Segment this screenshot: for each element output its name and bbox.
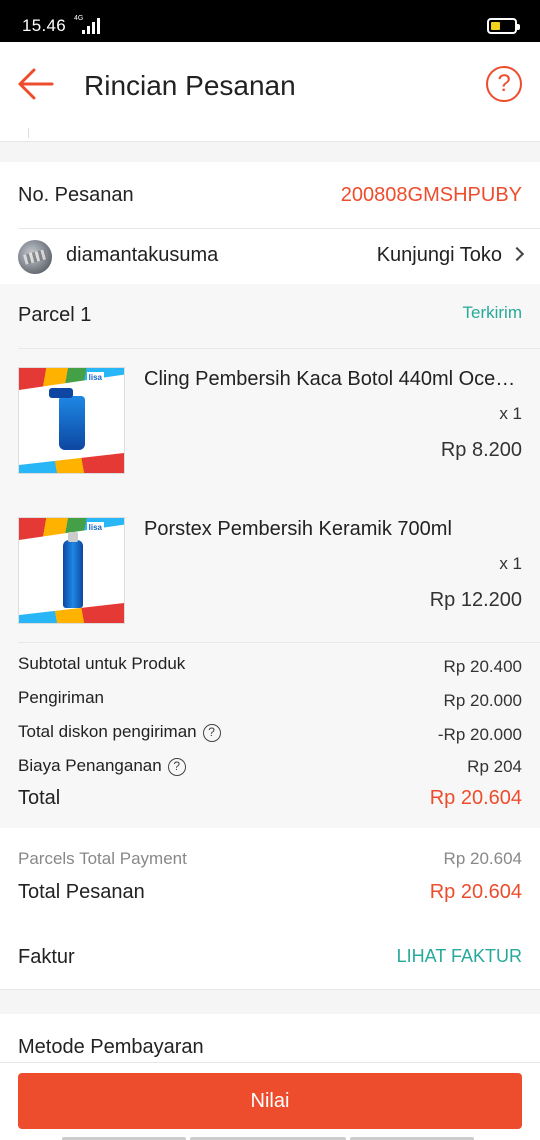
help-icon[interactable]: ?: [486, 66, 522, 102]
product-price: Rp 12.200: [429, 589, 522, 611]
question-icon[interactable]: ?: [202, 724, 221, 742]
divider: [18, 348, 540, 349]
handling-fee-label: Biaya Penanganan?: [18, 756, 186, 777]
status-bar: 15.46 4G: [0, 0, 540, 42]
bottom-action-bar: Nilai: [0, 1062, 540, 1140]
product-thumbnail[interactable]: lisa: [18, 517, 125, 624]
shipping-label: Pengiriman: [18, 688, 104, 707]
order-total-value: Rp 20.604: [429, 881, 522, 903]
shipping-value: Rp 20.000: [443, 691, 522, 710]
signal-icon: [82, 18, 104, 34]
divider: [18, 642, 540, 643]
product-qty: x 1: [499, 404, 522, 423]
back-arrow-icon[interactable]: [16, 66, 56, 102]
app-header: Rincian Pesanan ?: [0, 42, 540, 128]
parcel-total-label: Total: [18, 787, 61, 809]
parcels-total-label: Parcels Total Payment: [18, 849, 187, 868]
product-thumbnail[interactable]: lisa: [18, 367, 125, 474]
payment-method-label: Metode Pembayaran: [18, 1036, 204, 1058]
shop-name[interactable]: diamantakusuma: [66, 244, 218, 267]
divider: [18, 228, 540, 229]
view-invoice-link[interactable]: LIHAT FAKTUR: [397, 946, 522, 967]
parcel-total-value: Rp 20.604: [429, 787, 522, 809]
order-number-label: No. Pesanan: [18, 184, 134, 206]
shop-avatar[interactable]: [18, 240, 52, 274]
status-time: 15.46: [22, 16, 67, 35]
scroll-strip: [0, 128, 540, 142]
subtotal-label: Subtotal untuk Produk: [18, 654, 186, 673]
parcels-total-value: Rp 20.604: [443, 849, 522, 868]
chevron-right-icon: [509, 246, 525, 262]
product-qty: x 1: [499, 554, 522, 573]
order-number-value: 200808GMSHPUBY: [340, 184, 522, 206]
visit-shop-button[interactable]: Kunjungi Toko: [377, 244, 525, 267]
subtotal-value: Rp 20.400: [443, 657, 522, 676]
rate-button[interactable]: Nilai: [18, 1073, 522, 1129]
parcel-status: Terkirim: [462, 303, 523, 322]
product-price: Rp 8.200: [440, 439, 522, 461]
shipping-discount-value: -Rp 20.000: [437, 725, 522, 744]
shipping-discount-label: Total diskon pengiriman?: [18, 722, 221, 743]
battery-icon: [487, 18, 520, 34]
question-icon[interactable]: ?: [167, 758, 186, 776]
parcel-title: Parcel 1: [18, 304, 92, 326]
product-name[interactable]: Porstex Pembersih Keramik 700ml: [144, 518, 522, 541]
order-total-label: Total Pesanan: [18, 881, 145, 903]
handling-fee-value: Rp 204: [467, 757, 522, 776]
page-title: Rincian Pesanan: [84, 70, 296, 101]
invoice-label: Faktur: [18, 946, 75, 968]
product-name[interactable]: Cling Pembersih Kaca Botol 440ml Oce…: [144, 368, 522, 391]
